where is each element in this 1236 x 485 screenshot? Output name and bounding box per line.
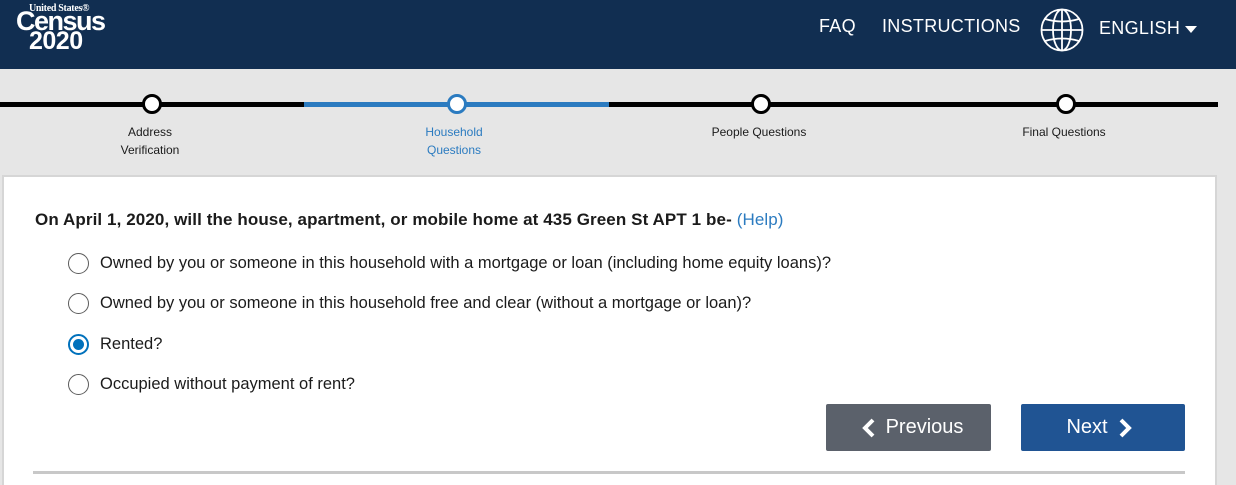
step-dot-address <box>142 94 162 114</box>
option-rented[interactable]: Rented? <box>68 334 162 355</box>
radio-rented[interactable] <box>68 334 89 355</box>
language-label: ENGLISH <box>1099 18 1181 38</box>
step-label-final: Final Questions <box>1022 125 1106 139</box>
next-button[interactable]: Next <box>1021 404 1185 451</box>
step-label-household: Household Questions <box>425 125 483 157</box>
step-label-address: Address Verification <box>120 125 180 157</box>
option-label-free-and-clear: Owned by you or someone in this househol… <box>100 294 752 312</box>
radio-free-and-clear[interactable] <box>68 293 89 314</box>
nav-instructions-link[interactable]: INSTRUCTIONS <box>882 16 1021 37</box>
help-link[interactable]: (Help) <box>737 210 784 229</box>
previous-button-label: Previous <box>885 416 964 438</box>
census-2020-logo[interactable]: United States® Census 2020 <box>16 2 106 54</box>
option-label-rented: Rented? <box>100 335 163 353</box>
option-label-no-rent: Occupied without payment of rent? <box>100 375 355 393</box>
chevron-left-icon <box>861 418 875 437</box>
language-selector[interactable]: ENGLISH <box>1099 18 1198 39</box>
nav-faq-link[interactable]: FAQ <box>819 16 856 37</box>
option-free-and-clear[interactable]: Owned by you or someone in this househol… <box>68 293 751 314</box>
step-dot-people <box>751 94 771 114</box>
chevron-right-icon <box>1119 418 1132 437</box>
progress-tracker: Address Verification Household Questions… <box>0 69 1236 175</box>
radio-no-rent[interactable] <box>68 374 89 395</box>
previous-button[interactable]: Previous <box>826 404 991 451</box>
question-card: On April 1, 2020, will the house, apartm… <box>2 175 1217 485</box>
card-divider <box>33 471 1185 474</box>
caret-down-icon <box>1185 26 1198 33</box>
step-dot-household <box>447 94 467 114</box>
option-label-mortgage: Owned by you or someone in this househol… <box>100 254 832 272</box>
option-no-rent[interactable]: Occupied without payment of rent? <box>68 374 355 395</box>
question-text: On April 1, 2020, will the house, apartm… <box>35 210 784 229</box>
next-button-label: Next <box>1066 416 1108 438</box>
step-label-people: People Questions <box>711 125 807 139</box>
step-dot-final <box>1056 94 1076 114</box>
radio-mortgage[interactable] <box>68 253 89 274</box>
option-mortgage[interactable]: Owned by you or someone in this househol… <box>68 253 831 274</box>
logo-year: 2020 <box>29 27 83 55</box>
globe-icon[interactable] <box>1039 7 1085 53</box>
site-header: United States® Census 2020 FAQ INSTRUCTI… <box>0 0 1236 69</box>
